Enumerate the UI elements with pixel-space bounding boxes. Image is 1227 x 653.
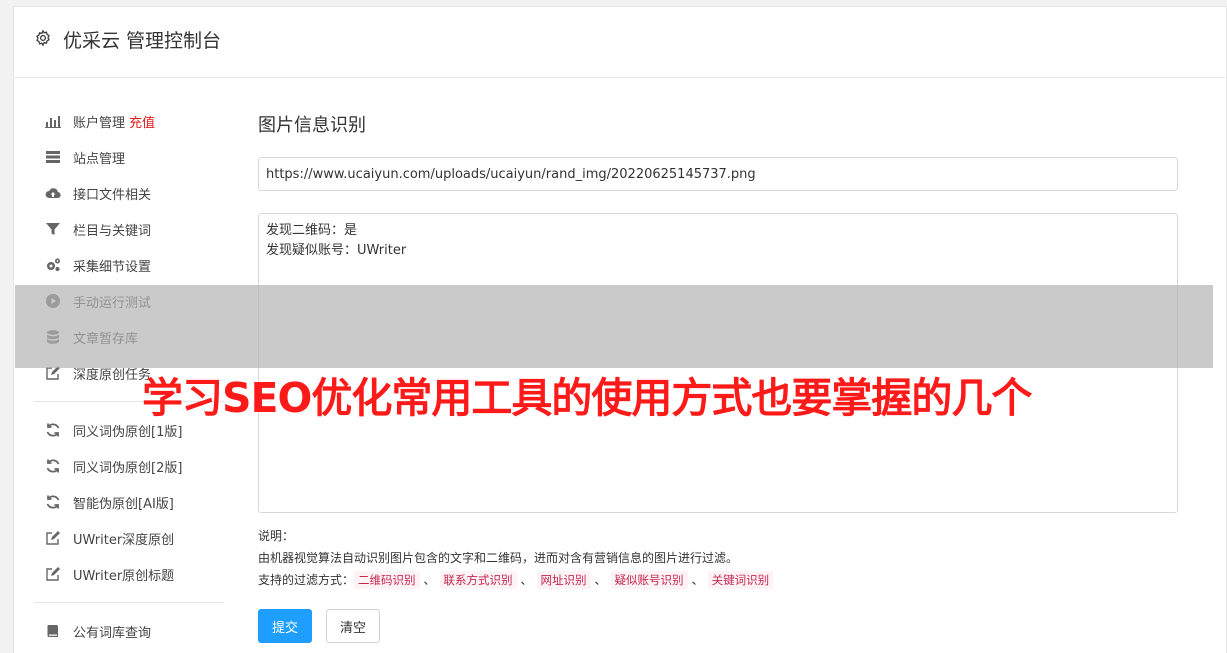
refresh-icon — [44, 422, 62, 438]
sidebar-item[interactable]: UWriter深度原创 — [34, 520, 224, 556]
sidebar-item-label: 智能伪原创[AI版] — [73, 496, 174, 512]
result-line: 发现疑似账号：UWriter — [266, 243, 407, 258]
tag-separator: 、 — [691, 573, 704, 587]
refresh-icon — [44, 458, 62, 474]
refresh-icon — [44, 494, 62, 510]
sidebar-item[interactable]: 公有词库查询 — [34, 613, 224, 649]
sidebar-item-label: 公有词库查询 — [73, 625, 152, 641]
filter-prefix: 支持的过滤方式： — [258, 573, 355, 587]
edit-icon — [44, 566, 62, 582]
sidebar-item[interactable]: 智能伪原创[AI版] — [34, 484, 224, 520]
sidebar-item[interactable]: 栏目与关键词 — [34, 211, 224, 247]
filter-icon — [44, 221, 62, 237]
sidebar-item-label: 栏目与关键词 — [73, 223, 152, 239]
image-url-input[interactable] — [258, 157, 1178, 191]
clear-button[interactable]: 清空 — [326, 609, 380, 643]
sidebar-divider — [34, 602, 224, 603]
sidebar-item-label: 接口文件相关 — [73, 187, 152, 203]
sidebar-item-label: 同义词伪原创[2版] — [73, 460, 183, 476]
sidebar-item[interactable]: 接口文件相关 — [34, 175, 224, 211]
sidebar-item-label: 账户管理 — [73, 115, 126, 131]
notes-heading: 说明： — [258, 529, 295, 543]
sidebar-item[interactable]: 站点管理 — [34, 139, 224, 175]
filter-tag: 网址识别 — [536, 571, 591, 589]
overlay-band — [15, 285, 1213, 368]
sidebar-item[interactable]: UWriter原创标题 — [34, 556, 224, 592]
console-header: 优采云 管理控制台 — [14, 7, 1226, 78]
filter-tag: 关键词识别 — [707, 571, 774, 589]
server-icon — [44, 149, 62, 165]
result-line: 发现二维码：是 — [266, 223, 358, 238]
filter-tag: 疑似账号识别 — [610, 571, 688, 589]
sidebar-item-label: UWriter原创标题 — [73, 568, 175, 584]
edit-icon — [44, 530, 62, 546]
tag-separator: 、 — [520, 573, 533, 587]
filter-tag: 联系方式识别 — [439, 571, 517, 589]
filter-tag: 二维码识别 — [354, 571, 420, 589]
action-buttons: 提交 清空 — [258, 609, 1178, 643]
notes-description: 由机器视觉算法自动识别图片包含的文字和二维码，进而对含有营销信息的图片进行过滤。 — [258, 551, 739, 565]
page-title: 优采云 管理控制台 — [63, 30, 222, 52]
tag-separator: 、 — [594, 573, 607, 587]
filter-methods: 支持的过滤方式： 二维码识别、联系方式识别、网址识别、疑似账号识别、关键词识别 — [258, 569, 1178, 591]
sidebar-item-label: 站点管理 — [73, 151, 126, 167]
sidebar-item[interactable]: 账户管理 充值 — [34, 103, 224, 139]
submit-button[interactable]: 提交 — [258, 609, 312, 643]
tag-separator: 、 — [423, 573, 436, 587]
gears-icon — [44, 257, 62, 273]
sidebar-item[interactable]: 同义词伪原创[2版] — [34, 448, 224, 484]
sidebar-item-label: UWriter深度原创 — [73, 532, 175, 548]
bar-chart-icon — [44, 113, 62, 129]
cloud-upload-icon — [44, 185, 62, 201]
overlay-caption: 学习SEO优化常用工具的使用方式也要掌握的几个 — [142, 374, 1032, 422]
notes: 说明： 由机器视觉算法自动识别图片包含的文字和二维码，进而对含有营销信息的图片进… — [258, 525, 1178, 591]
section-title: 图片信息识别 — [258, 115, 366, 136]
sidebar-item-label: 采集细节设置 — [73, 259, 152, 275]
gear-icon — [34, 29, 52, 47]
recharge-link[interactable]: 充值 — [129, 112, 155, 131]
book-icon — [44, 623, 62, 639]
sidebar-item[interactable]: 采集细节设置 — [34, 247, 224, 283]
